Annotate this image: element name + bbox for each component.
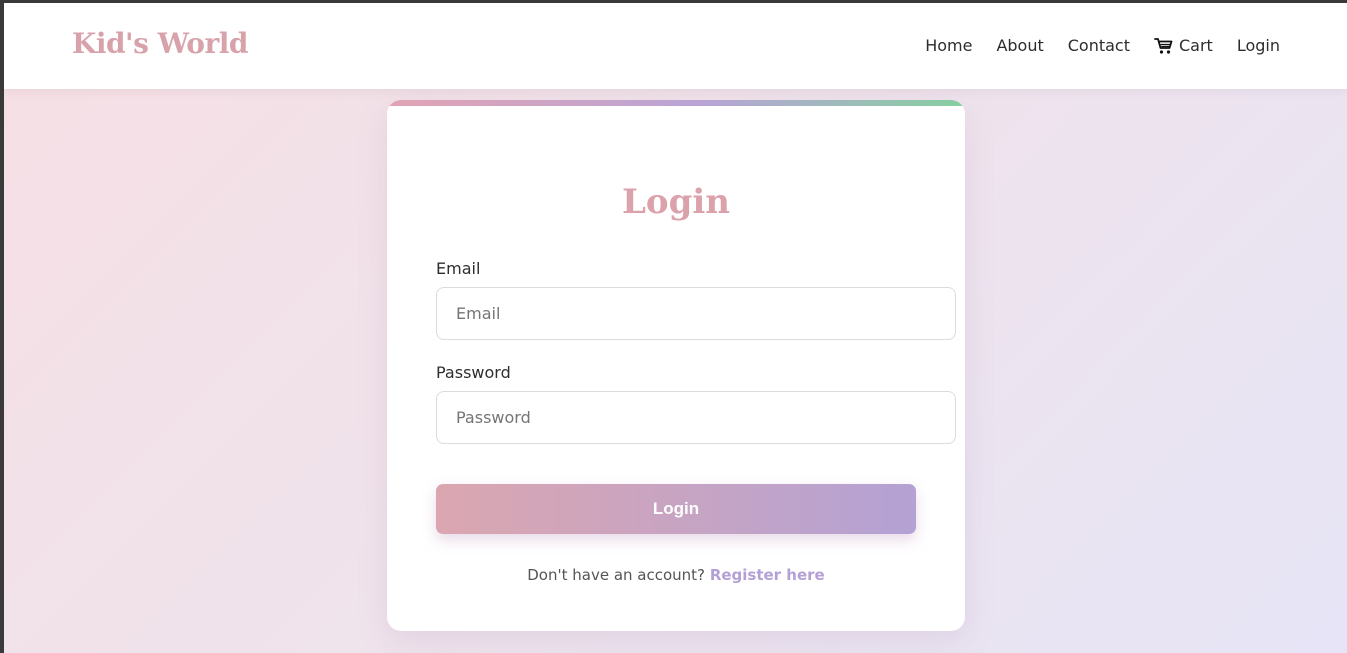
register-prompt: Don't have an account? Register here <box>387 566 965 584</box>
nav-contact-link[interactable]: Contact <box>1068 36 1130 55</box>
register-prompt-text: Don't have an account? <box>527 566 706 584</box>
navbar: Kid's World Home About Contact Cart Logi… <box>4 3 1347 89</box>
nav-cart-link[interactable]: Cart <box>1154 36 1213 55</box>
login-button[interactable]: Login <box>436 484 916 534</box>
nav-home-link[interactable]: Home <box>925 36 972 55</box>
card-accent-bar <box>387 100 965 106</box>
email-label: Email <box>436 259 481 278</box>
register-link[interactable]: Register here <box>710 566 825 584</box>
email-input[interactable] <box>436 287 956 340</box>
nav-about-link[interactable]: About <box>996 36 1043 55</box>
nav-links: Home About Contact Cart Login <box>925 36 1280 55</box>
password-input[interactable] <box>436 391 956 444</box>
nav-cart-label: Cart <box>1179 36 1213 55</box>
nav-login-link[interactable]: Login <box>1237 36 1280 55</box>
page: Kid's World Home About Contact Cart Logi… <box>4 3 1347 653</box>
login-card: Login Email Password Login Don't have an… <box>387 100 965 631</box>
login-title: Login <box>622 182 730 222</box>
brand-logo[interactable]: Kid's World <box>72 27 248 60</box>
password-label: Password <box>436 363 511 382</box>
cart-icon <box>1154 37 1173 55</box>
